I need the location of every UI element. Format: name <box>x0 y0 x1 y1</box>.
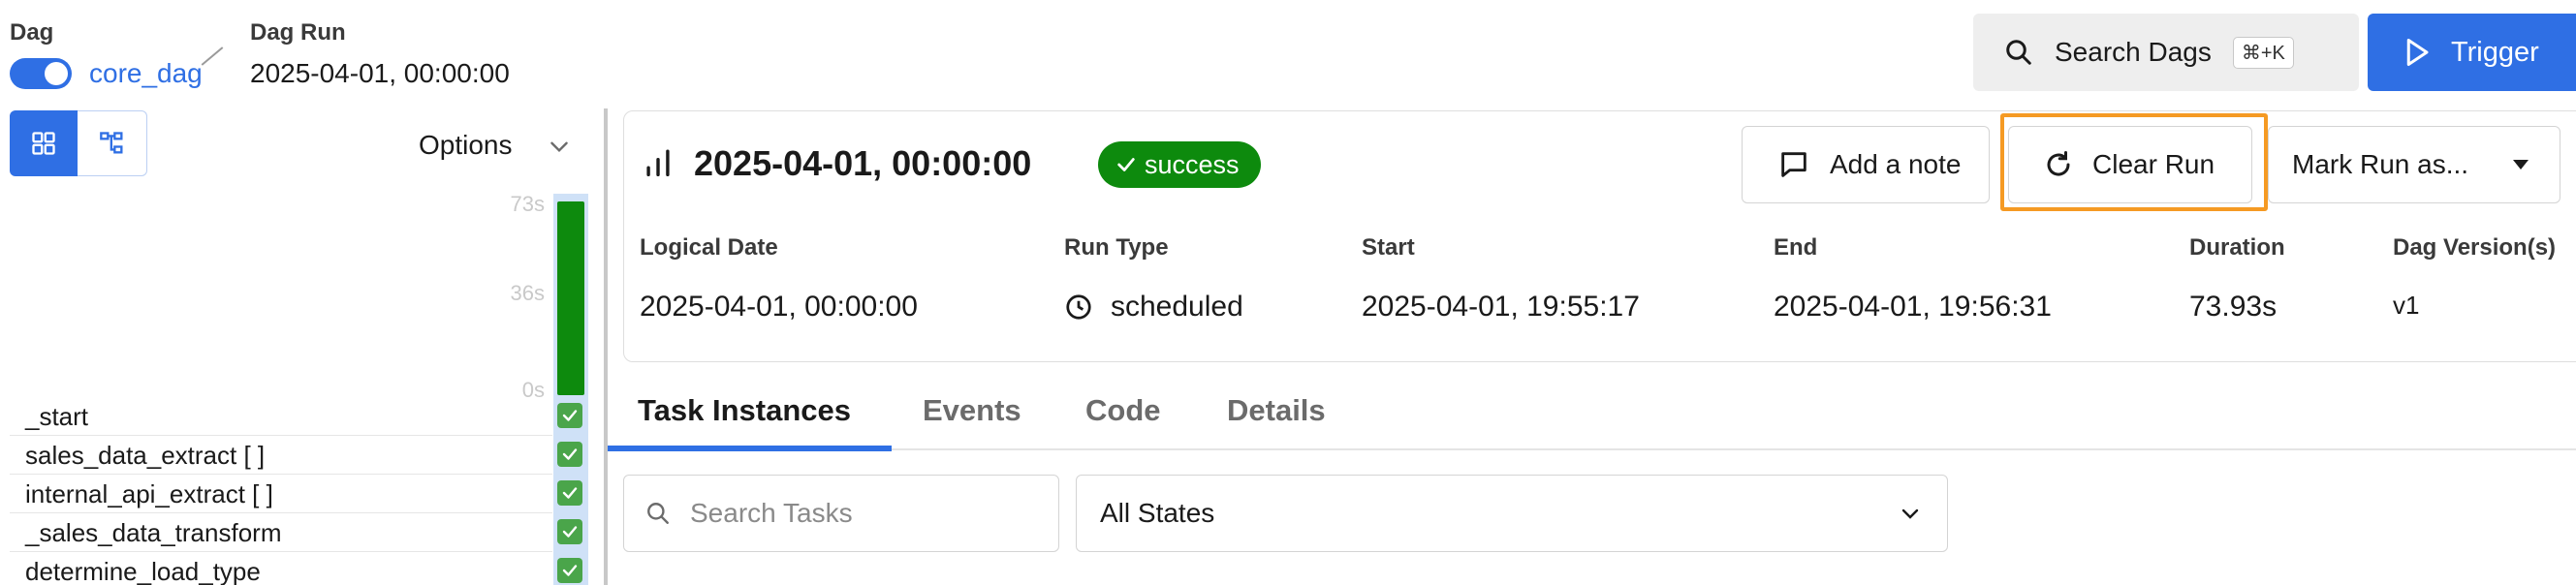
grid-icon <box>32 132 55 155</box>
search-tasks-input[interactable]: Search Tasks <box>623 475 1059 552</box>
mark-run-label: Mark Run as... <box>2292 149 2469 179</box>
breadcrumb-separator <box>201 46 224 66</box>
state-filter-value: All States <box>1100 498 1215 528</box>
task-instance-status-cell[interactable] <box>557 519 582 544</box>
run-type-label: Run Type <box>1064 234 1169 261</box>
search-tasks-placeholder: Search Tasks <box>690 498 853 528</box>
start-value: 2025-04-01, 19:55:17 <box>1362 291 1640 323</box>
run-type-value: scheduled <box>1111 291 1243 323</box>
task-row[interactable]: _start <box>10 397 552 436</box>
task-row[interactable]: _sales_data_transform <box>10 513 552 552</box>
check-icon <box>562 448 578 460</box>
add-note-label: Add a note <box>1830 149 1962 179</box>
y-tick-max: 73s <box>510 192 545 216</box>
tab-code[interactable]: Code <box>1085 393 1161 428</box>
add-note-button[interactable]: Add a note <box>1742 126 1990 203</box>
task-row[interactable]: determine_load_type <box>10 552 552 585</box>
play-icon <box>2406 39 2429 66</box>
task-instance-status-cell[interactable] <box>557 558 582 583</box>
task-instance-status-cell[interactable] <box>557 442 582 467</box>
tab-details[interactable]: Details <box>1227 393 1326 428</box>
message-icon <box>1781 152 1806 177</box>
check-icon <box>562 526 578 538</box>
dag-label: Dag <box>10 19 54 46</box>
task-instance-status-cell[interactable] <box>557 403 582 428</box>
chevron-down-icon[interactable] <box>547 134 572 159</box>
panel-resize-handle[interactable] <box>604 108 608 585</box>
tabs-baseline <box>608 448 2576 450</box>
tab-events[interactable]: Events <box>923 393 1021 428</box>
caret-down-icon <box>2513 160 2529 169</box>
dag-run-value: 2025-04-01, 00:00:00 <box>250 58 510 88</box>
search-dags-label: Search Dags <box>2055 37 2212 67</box>
state-filter-select[interactable]: All States <box>1076 475 1948 552</box>
end-label: End <box>1774 234 1818 261</box>
grid-view-button[interactable] <box>10 110 78 176</box>
search-shortcut: ⌘+K <box>2232 36 2294 69</box>
task-instance-status-cell[interactable] <box>557 480 582 506</box>
check-icon <box>562 565 578 576</box>
bar-chart-icon <box>646 149 670 177</box>
trigger-label: Trigger <box>2451 36 2539 68</box>
status-label: success <box>1145 149 1240 179</box>
task-row[interactable]: sales_data_extract [ ] <box>10 436 552 475</box>
dag-pause-toggle[interactable] <box>10 58 72 89</box>
dag-run-label: Dag Run <box>250 19 346 46</box>
check-icon <box>1117 158 1135 171</box>
dag-version-value: v1 <box>2393 291 2420 320</box>
duration-value: 73.93s <box>2189 291 2278 323</box>
chevron-down-icon <box>1901 508 1919 519</box>
run-duration-bar[interactable] <box>557 201 584 395</box>
search-dags-button[interactable]: Search Dags ⌘+K <box>1973 14 2359 91</box>
end-value: 2025-04-01, 19:56:31 <box>1774 291 2052 323</box>
check-icon <box>562 487 578 499</box>
y-tick-mid: 36s <box>510 281 545 305</box>
active-tab-indicator <box>608 446 892 451</box>
focus-highlight <box>2000 113 2268 211</box>
logical-date-label: Logical Date <box>640 234 778 261</box>
graph-icon <box>99 132 123 154</box>
search-icon <box>647 503 669 524</box>
dag-name-link[interactable]: core_dag <box>89 58 203 89</box>
clock-icon <box>1066 294 1091 320</box>
toggle-knob <box>45 62 68 85</box>
options-label[interactable]: Options <box>419 130 513 161</box>
mark-run-as-button[interactable]: Mark Run as... <box>2268 126 2560 203</box>
task-row[interactable]: internal_api_extract [ ] <box>10 475 552 513</box>
graph-view-button[interactable] <box>78 110 147 176</box>
check-icon <box>562 410 578 421</box>
dag-version-label: Dag Version(s) <box>2393 234 2557 261</box>
duration-label: Duration <box>2189 234 2285 261</box>
search-icon <box>2006 40 2031 65</box>
trigger-button[interactable]: Trigger <box>2368 14 2576 91</box>
logical-date-value: 2025-04-01, 00:00:00 <box>640 291 918 323</box>
start-label: Start <box>1362 234 1415 261</box>
run-title: 2025-04-01, 00:00:00 <box>694 143 1032 183</box>
tab-task-instances[interactable]: Task Instances <box>638 393 851 428</box>
status-badge: success <box>1098 141 1261 188</box>
